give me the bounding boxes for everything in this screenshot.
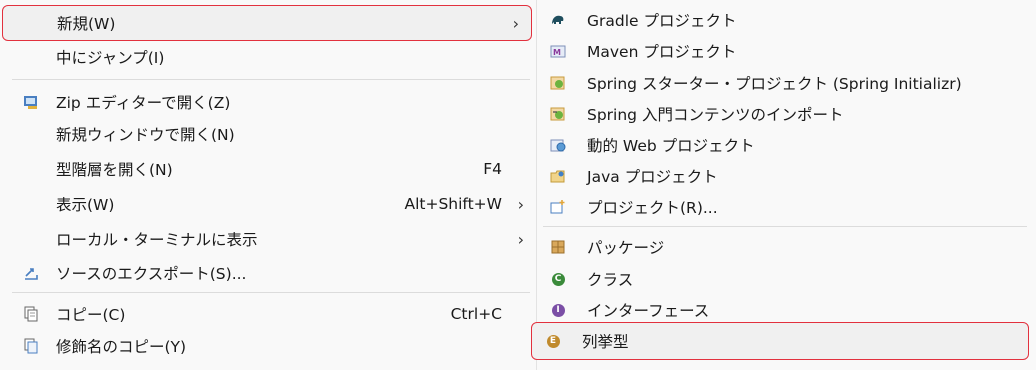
menu-item-label: Spring スターター・プロジェクト (Spring Initializr) [587,75,962,93]
menu-item-label: 新規(W) [57,15,116,33]
export-icon [22,264,40,282]
menu-item-label: クラス [587,271,634,289]
java-project-icon [549,167,567,185]
menu-item-type-hierarchy[interactable]: 型階層を開く(N) F4 [12,153,532,185]
menu-item-label: 列挙型 [582,333,629,351]
spring-import-icon [549,105,567,123]
menu-item-shortcut: Ctrl+C [450,305,502,323]
menu-item-zip-editor[interactable]: Zip エディターで開く(Z) [12,86,532,118]
svg-text:M: M [553,48,561,57]
chevron-right-icon: › [517,229,524,249]
menu-item-label: Java プロジェクト [587,168,718,186]
menu-item-new-window[interactable]: 新規ウィンドウで開く(N) [12,118,532,150]
menu-item-new[interactable]: 新規(W) › [2,5,532,41]
copy-icon [22,305,40,323]
submenu-item-project[interactable]: プロジェクト(R)... [543,191,1033,223]
separator [12,79,530,80]
menu-item-label: ローカル・ターミナルに表示 [56,231,258,249]
menu-item-copy-qualified-name[interactable]: 修飾名のコピー(Y) [12,330,532,362]
menu-item-local-terminal[interactable]: ローカル・ターミナルに表示 › [12,223,532,255]
menu-item-label: Zip エディターで開く(Z) [56,94,231,112]
submenu-item-maven-project[interactable]: M Maven プロジェクト [543,35,1033,67]
menu-item-label: Gradle プロジェクト [587,12,737,30]
menu-item-shortcut: Alt+Shift+W [404,195,502,213]
separator [543,226,1027,227]
submenu-item-dynamic-web-project[interactable]: 動的 Web プロジェクト [543,129,1033,161]
menu-item-label: 動的 Web プロジェクト [587,137,755,155]
menu-item-label: Maven プロジェクト [587,43,737,61]
menu-item-label: プロジェクト(R)... [587,199,718,217]
menu-item-show[interactable]: 表示(W) Alt+Shift+W › [12,188,532,220]
separator [12,292,530,293]
menu-item-label: 表示(W) [56,196,115,214]
submenu-item-enum[interactable]: E 列挙型 [531,322,1029,360]
spring-starter-icon [549,74,567,92]
enum-icon: E [544,332,562,350]
new-project-icon [549,198,567,216]
menu-item-label: ソースのエクスポート(S)... [56,265,247,283]
web-project-icon [549,136,567,154]
submenu-item-java-project[interactable]: Java プロジェクト [543,160,1033,192]
menu-item-label: 修飾名のコピー(Y) [56,338,187,356]
maven-project-icon: M [549,42,567,60]
menu-item-label: Spring 入門コンテンツのインポート [587,106,844,124]
menu-item-label: インターフェース [587,302,710,320]
menu-item-copy[interactable]: コピー(C) Ctrl+C [12,298,532,330]
chevron-right-icon: › [512,13,519,33]
menu-item-label: コピー(C) [56,306,126,324]
submenu-item-class[interactable]: C クラス [543,263,1033,295]
class-icon: C [549,270,567,288]
copy-qualified-name-icon [22,337,40,355]
menu-item-label: 型階層を開く(N) [56,161,173,179]
menu-item-shortcut: F4 [483,160,502,178]
chevron-right-icon: › [517,194,524,214]
menu-item-label: パッケージ [587,239,665,257]
submenu-item-package[interactable]: パッケージ [543,231,1033,263]
package-icon [549,238,567,256]
menu-item-goto[interactable]: 中にジャンプ(I) [12,41,532,73]
menu-item-label: 新規ウィンドウで開く(N) [56,126,235,144]
gradle-elephant-icon [549,11,567,29]
submenu-new: Gradle プロジェクト M Maven プロジェクト Spring スタータ… [531,0,1036,370]
context-menu: 新規(W) › 中にジャンプ(I) Zip エディターで開く(Z) 新規ウィンド… [0,0,536,370]
zip-archive-icon [22,93,40,111]
menu-item-export-source[interactable]: ソースのエクスポート(S)... [12,257,532,289]
interface-icon: I [549,301,567,319]
menu-item-label: 中にジャンプ(I) [56,49,165,67]
submenu-item-spring-starter-project[interactable]: Spring スターター・プロジェクト (Spring Initializr) [543,67,1033,99]
submenu-item-gradle-project[interactable]: Gradle プロジェクト [543,4,1033,36]
submenu-item-spring-guides-import[interactable]: Spring 入門コンテンツのインポート [543,98,1033,130]
